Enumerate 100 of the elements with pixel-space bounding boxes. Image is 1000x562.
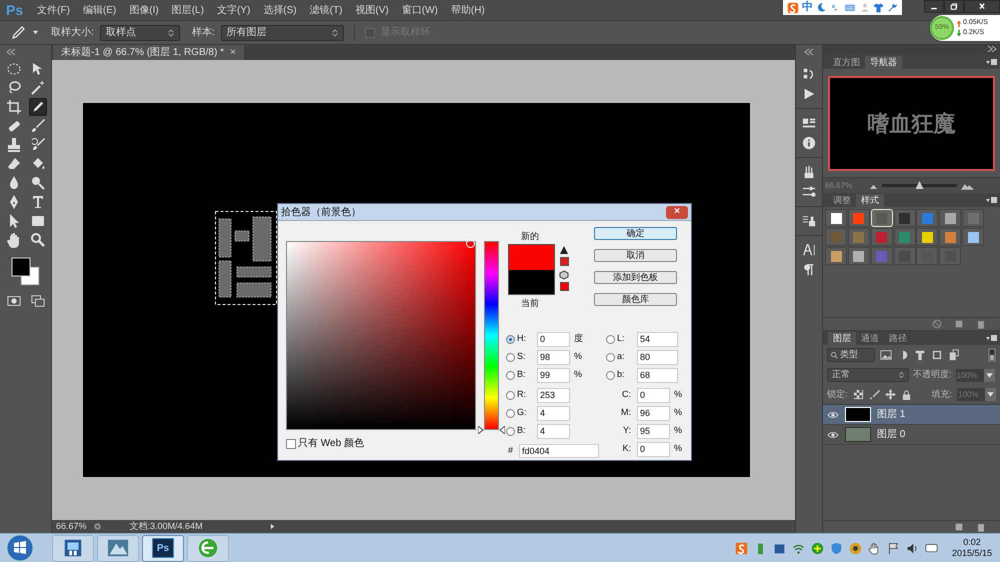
- crop-icon[interactable]: [4, 98, 22, 116]
- menu-item[interactable]: 图像(I): [129, 2, 159, 18]
- taskbar-button[interactable]: [52, 534, 94, 562]
- style-swatch[interactable]: [894, 228, 916, 246]
- dialog-button[interactable]: 确定: [594, 227, 677, 240]
- style-swatch[interactable]: [916, 209, 938, 227]
- value-field[interactable]: 95: [637, 424, 670, 438]
- sliders-icon[interactable]: [802, 185, 816, 199]
- expand-arrows-icon[interactable]: [987, 45, 997, 53]
- menu-item[interactable]: 图层(L): [172, 2, 204, 18]
- radio-button[interactable]: [506, 352, 515, 362]
- collapse-arrows-icon[interactable]: [804, 48, 814, 56]
- style-swatch[interactable]: [962, 228, 984, 246]
- radio-button[interactable]: [506, 426, 515, 436]
- style-swatch[interactable]: [894, 209, 916, 227]
- character-icon[interactable]: [802, 243, 816, 257]
- style-swatch[interactable]: [825, 209, 847, 227]
- eye-icon[interactable]: [827, 410, 839, 420]
- value-field[interactable]: 98: [537, 350, 570, 364]
- radio-button[interactable]: [606, 334, 615, 344]
- menu-item[interactable]: 帮助(H): [450, 2, 485, 18]
- new-style-icon[interactable]: [954, 319, 964, 329]
- menu-item[interactable]: 窗口(W): [402, 2, 438, 18]
- flag-icon[interactable]: [886, 542, 900, 554]
- taskbar-button[interactable]: Ps: [142, 534, 184, 562]
- value-field[interactable]: 68: [637, 368, 678, 382]
- value-field[interactable]: 0: [637, 388, 670, 402]
- hue-slider-arrows-icon[interactable]: [478, 426, 505, 434]
- caret-icon[interactable]: [32, 29, 39, 36]
- value-field[interactable]: 4: [537, 406, 570, 420]
- screen-mode-icon[interactable]: [30, 294, 44, 308]
- dialog-button[interactable]: 取消: [594, 249, 677, 262]
- large-mountain-icon[interactable]: [961, 182, 974, 190]
- panel-tab[interactable]: 样式: [856, 194, 884, 207]
- gamut-color-chip[interactable]: [560, 256, 568, 266]
- input-mode[interactable]: 中: [802, 2, 813, 13]
- value-field[interactable]: 0: [537, 332, 570, 346]
- minimize-icon[interactable]: [924, 0, 944, 13]
- radio-button[interactable]: [606, 352, 615, 362]
- dropdown[interactable]: 取样点: [100, 24, 180, 40]
- panel-tab[interactable]: 调整: [828, 194, 856, 207]
- value-field[interactable]: 96: [637, 406, 670, 420]
- dialog-button[interactable]: 添加到色板: [594, 271, 677, 284]
- small-mountain-icon[interactable]: [869, 182, 878, 189]
- zoom-slider[interactable]: [882, 184, 957, 187]
- taskbar-button[interactable]: [97, 534, 139, 562]
- speaker-icon[interactable]: [906, 542, 919, 554]
- wand-icon[interactable]: [28, 79, 46, 97]
- radio-button[interactable]: [506, 370, 515, 380]
- swatches-icon[interactable]: [802, 116, 816, 130]
- expand-arrow-icon[interactable]: [268, 523, 276, 530]
- value-field[interactable]: 99: [537, 368, 570, 382]
- type-filter-icon[interactable]: [914, 349, 926, 361]
- menu-item[interactable]: 文字(Y): [216, 2, 250, 18]
- radio-button[interactable]: [506, 334, 515, 344]
- style-swatch[interactable]: [848, 209, 870, 227]
- value-field[interactable]: 0: [637, 442, 670, 456]
- panel-tab[interactable]: 通道: [856, 332, 884, 345]
- style-swatch[interactable]: [825, 247, 847, 265]
- history-icon[interactable]: [802, 67, 816, 81]
- info-icon[interactable]: [802, 136, 816, 150]
- layer-row[interactable]: 图层 0: [823, 425, 1000, 445]
- checkbox[interactable]: [286, 438, 296, 448]
- trash-icon[interactable]: [976, 522, 986, 532]
- value-field[interactable]: 253: [537, 388, 570, 402]
- moon-icon[interactable]: [816, 2, 828, 13]
- style-swatch[interactable]: [848, 247, 870, 265]
- radio-button[interactable]: [606, 370, 615, 380]
- menu-item[interactable]: 视图(V): [355, 2, 389, 18]
- menu-item[interactable]: 文件(F): [37, 2, 70, 18]
- panel-menu-icon[interactable]: [985, 58, 997, 66]
- brush-lock-icon[interactable]: [868, 389, 880, 400]
- style-swatch[interactable]: [916, 228, 938, 246]
- close-button[interactable]: ×: [666, 206, 688, 218]
- color-field[interactable]: [286, 241, 476, 430]
- new-layer-icon[interactable]: [954, 522, 964, 532]
- smart-object-filter-icon[interactable]: [948, 349, 960, 361]
- dialog-button[interactable]: 颜色库: [594, 293, 677, 306]
- web-safe-color-chip[interactable]: [560, 282, 568, 290]
- panel-tab[interactable]: 路径: [884, 332, 912, 345]
- layer-row[interactable]: 图层 1: [823, 405, 1000, 425]
- color-marker[interactable]: [466, 238, 476, 248]
- eye-icon[interactable]: [827, 430, 839, 440]
- style-swatch[interactable]: [848, 228, 870, 246]
- slider-thumb[interactable]: [916, 181, 924, 189]
- transparency-lock-icon[interactable]: [852, 389, 864, 400]
- panel-tab[interactable]: 导航器: [865, 56, 902, 69]
- lock-icon[interactable]: [900, 389, 912, 400]
- dropdown[interactable]: 所有图层: [220, 24, 344, 40]
- menu-item[interactable]: 滤镜(T): [310, 2, 342, 18]
- paragraph-icon[interactable]: [802, 263, 816, 277]
- value-field[interactable]: 4: [537, 424, 570, 438]
- menu-item[interactable]: 选择(S): [263, 2, 297, 18]
- zoom-icon[interactable]: [28, 231, 46, 249]
- taskbar-button[interactable]: [187, 534, 229, 562]
- radio-button[interactable]: [506, 390, 515, 400]
- adjustment-filter-icon[interactable]: [897, 349, 909, 361]
- shape-filter-icon[interactable]: [931, 349, 943, 361]
- value-field[interactable]: 80: [637, 350, 678, 364]
- close-tab-button[interactable]: ×: [230, 45, 236, 60]
